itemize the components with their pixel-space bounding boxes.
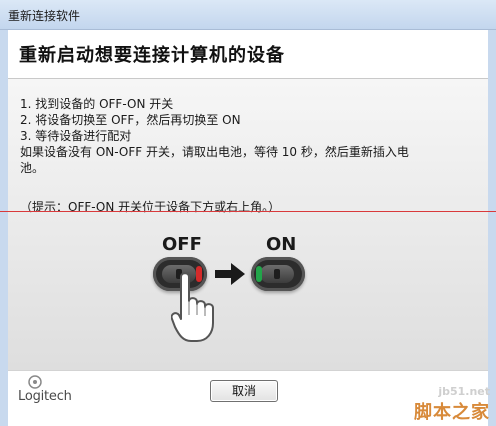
- instruction-list: 1. 找到设备的 OFF-ON 开关 2. 将设备切换至 OFF，然后再切换至 …: [20, 96, 409, 176]
- watermark-url: jb51.net: [438, 385, 490, 398]
- on-indicator: [256, 266, 262, 282]
- battery-note-line-2: 池。: [20, 161, 45, 175]
- window-title: 重新连接软件: [8, 9, 81, 23]
- tip-text: （提示：OFF-ON 开关位于设备下方或右上角。）: [20, 200, 281, 214]
- logitech-logo-text: Logitech: [18, 389, 72, 404]
- title-bar[interactable]: 重新连接软件: [0, 0, 496, 30]
- window-frame-right: [488, 30, 496, 426]
- window-frame-left: [0, 30, 8, 426]
- switch-notch: [274, 269, 280, 279]
- battery-note-line-1: 如果设备没有 ON-OFF 开关，请取出电池，等待 10 秒，然后重新插入电: [20, 145, 409, 159]
- hand-pointer-icon: [171, 272, 214, 342]
- on-label: ON: [266, 234, 297, 255]
- cancel-button[interactable]: 取消: [210, 380, 278, 402]
- page-title: 重新启动想要连接计算机的设备: [19, 45, 285, 66]
- watermark-name: 脚本之家: [414, 402, 490, 423]
- instructions-panel: 1. 找到设备的 OFF-ON 开关 2. 将设备切换至 OFF，然后再切换至 …: [8, 79, 488, 370]
- off-label: OFF: [162, 234, 202, 255]
- red-guide-line: [0, 211, 496, 212]
- step-3: 3. 等待设备进行配对: [20, 129, 132, 143]
- step-1: 1. 找到设备的 OFF-ON 开关: [20, 97, 174, 111]
- step-2: 2. 将设备切换至 OFF，然后再切换至 ON: [20, 113, 241, 127]
- site-watermark: jb51.net 脚本之家: [414, 385, 490, 424]
- dialog-header: 重新启动想要连接计算机的设备: [8, 30, 488, 78]
- on-switch-illustration: [251, 257, 305, 291]
